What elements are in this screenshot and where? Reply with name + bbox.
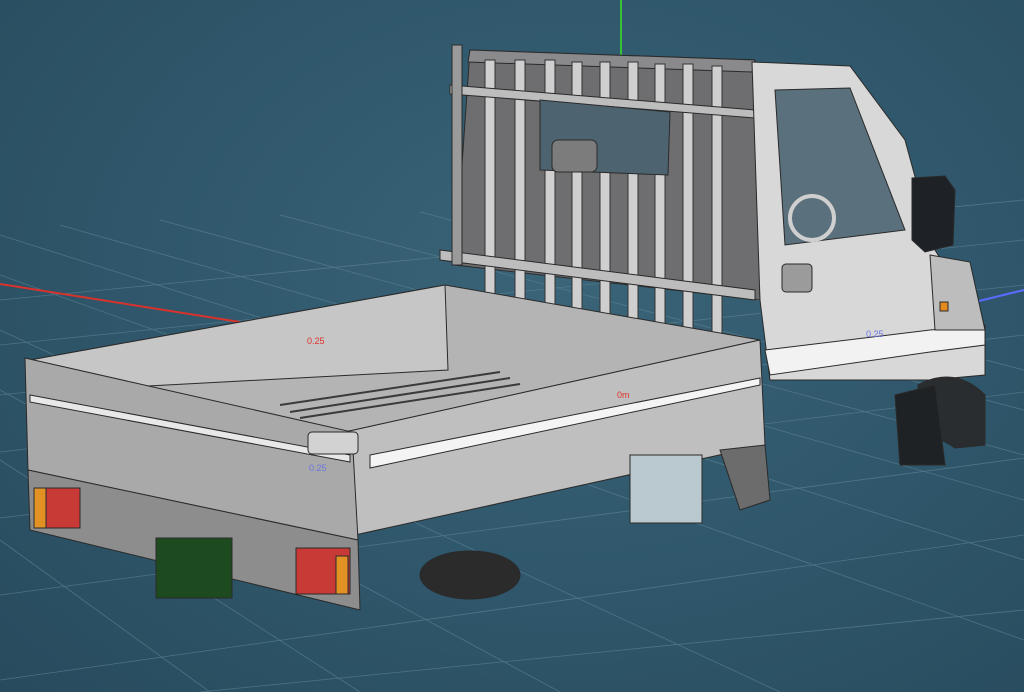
z-axis-line: [974, 289, 1024, 303]
tail-light-right-amber: [335, 555, 349, 595]
scene-canvas[interactable]: [0, 0, 1024, 692]
license-plate: [155, 537, 233, 599]
3d-viewport[interactable]: 0.25 0m 0.25 0.25: [0, 0, 1024, 692]
measure-label: 0.25: [307, 336, 325, 346]
cab-body: [751, 61, 986, 449]
x-axis-line: [0, 283, 241, 323]
tail-light-left-amber: [33, 487, 47, 529]
measure-label: 0m: [617, 390, 630, 400]
tailgate-handle[interactable]: [307, 431, 359, 455]
measure-label: 0.25: [866, 329, 884, 339]
measure-label: 0.25: [309, 463, 327, 473]
